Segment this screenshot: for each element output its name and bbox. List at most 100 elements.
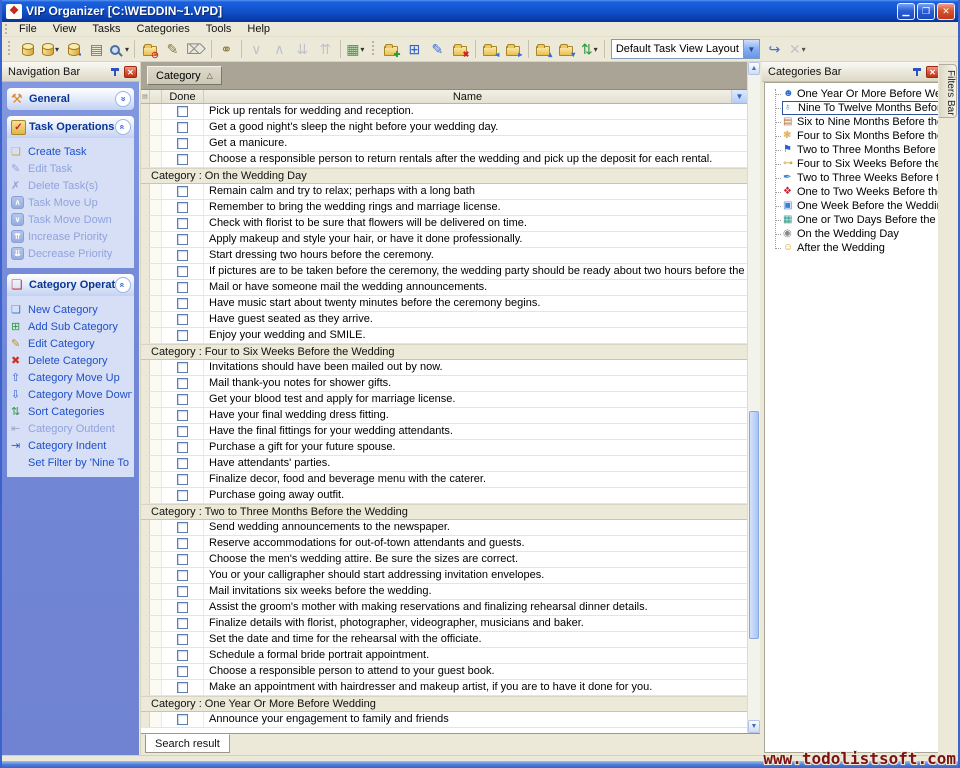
task-checkbox[interactable] xyxy=(177,266,188,277)
name-column-header[interactable]: Name xyxy=(204,90,732,103)
open-database-button[interactable]: ▾ xyxy=(39,38,62,60)
task-row[interactable]: Apply makeup and style your hair, or hav… xyxy=(141,232,747,248)
task-row[interactable]: Get your blood test and apply for marria… xyxy=(141,392,747,408)
nav-section-header-category-operations[interactable]: ❏Category Operati...« xyxy=(7,274,134,296)
task-checkbox[interactable] xyxy=(177,458,188,469)
task-row[interactable]: Reserve accommodations for out-of-town a… xyxy=(141,536,747,552)
nav-item-category-move-up[interactable]: ⇧Category Move Up xyxy=(11,369,132,386)
save-database-button[interactable]: ▪ xyxy=(62,38,85,60)
task-row[interactable]: If pictures are to be taken before the c… xyxy=(141,264,747,280)
task-row[interactable]: Have music start about twenty minutes be… xyxy=(141,296,747,312)
task-row[interactable]: Check with florist to be sure that flowe… xyxy=(141,216,747,232)
task-checkbox[interactable] xyxy=(177,522,188,533)
task-row[interactable]: Have guest seated as they arrive. xyxy=(141,312,747,328)
category-move-down-button[interactable]: ▾ xyxy=(555,38,578,60)
category-item[interactable]: ✒Two to Three Weeks Before the Weddin xyxy=(769,171,939,185)
nav-item-sort-categories[interactable]: ⇅Sort Categories xyxy=(11,403,132,420)
close-panel-icon[interactable]: ✕ xyxy=(124,66,137,78)
task-checkbox[interactable] xyxy=(177,234,188,245)
dropdown-arrow-icon[interactable]: ▾ xyxy=(594,45,598,54)
task-checkbox[interactable] xyxy=(177,298,188,309)
task-checkbox[interactable] xyxy=(177,682,188,693)
collapse-chevron-icon[interactable]: « xyxy=(115,277,131,293)
task-checkbox[interactable] xyxy=(177,634,188,645)
pin-icon[interactable] xyxy=(110,66,121,77)
task-row[interactable]: Make an appointment with hairdresser and… xyxy=(141,680,747,696)
nav-item-create-task[interactable]: ❏Create Task xyxy=(11,143,132,160)
filters-bar-tab[interactable]: Filters Bar xyxy=(939,64,957,118)
task-checkbox[interactable] xyxy=(177,618,188,629)
task-group-header[interactable]: Category : Four to Six Weeks Before the … xyxy=(141,344,747,360)
task-group-header[interactable]: Category : Two to Three Months Before th… xyxy=(141,504,747,520)
menu-file[interactable]: File xyxy=(11,22,45,37)
task-row[interactable]: Assist the groom's mother with making re… xyxy=(141,600,747,616)
scrollbar-track[interactable]: ▲ ▼ xyxy=(747,62,760,733)
task-row[interactable]: Finalize decor, food and beverage menu w… xyxy=(141,472,747,488)
task-checkbox[interactable] xyxy=(177,490,188,501)
nav-item-delete-category[interactable]: ✖Delete Category xyxy=(11,352,132,369)
task-row[interactable]: Get a good night's sleep the night befor… xyxy=(141,120,747,136)
edit-task-button[interactable]: ✎ xyxy=(161,38,184,60)
delete-task-button[interactable]: ⌦ xyxy=(184,38,208,60)
category-item[interactable]: ❃Four to Six Months Before the Wedding xyxy=(769,129,939,143)
task-checkbox[interactable] xyxy=(177,314,188,325)
nav-section-header-task-operations[interactable]: ✓Task Operations« xyxy=(7,116,134,138)
task-group-header[interactable]: Category : One Year Or More Before Weddi… xyxy=(141,696,747,712)
category-item[interactable]: ❖One to Two Weeks Before the Wedding xyxy=(769,185,939,199)
task-checkbox[interactable] xyxy=(177,570,188,581)
task-row[interactable]: Pick up rentals for wedding and receptio… xyxy=(141,104,747,120)
expand-chevron-icon[interactable]: « xyxy=(115,91,131,107)
dropdown-arrow-icon[interactable]: ▾ xyxy=(55,45,59,54)
task-view-layout-button[interactable]: ▦▾ xyxy=(344,38,367,60)
scrollbar-thumb[interactable] xyxy=(749,411,759,639)
task-checkbox[interactable] xyxy=(177,426,188,437)
nav-item-set-filter[interactable]: Set Filter by 'Nine To Twel... xyxy=(11,454,132,471)
category-item[interactable]: ☻One Year Or More Before Wedding xyxy=(769,87,939,101)
dropdown-arrow-icon[interactable]: ▾ xyxy=(360,45,364,54)
find-tasks-button[interactable]: ⚭ xyxy=(215,38,238,60)
task-checkbox[interactable] xyxy=(177,330,188,341)
print-button[interactable]: ▤ xyxy=(85,38,108,60)
collapse-chevron-icon[interactable]: « xyxy=(115,119,131,135)
nav-item-add-sub-category[interactable]: ⊞Add Sub Category xyxy=(11,318,132,335)
task-checkbox[interactable] xyxy=(177,202,188,213)
pin-icon[interactable] xyxy=(912,66,923,77)
task-checkbox[interactable] xyxy=(177,538,188,549)
category-indent-button[interactable]: ▸ xyxy=(502,38,525,60)
category-item[interactable]: ▦One or Two Days Before the Wedding xyxy=(769,213,939,227)
task-row[interactable]: Choose a responsible person to attend to… xyxy=(141,664,747,680)
task-checkbox[interactable] xyxy=(177,282,188,293)
menu-help[interactable]: Help xyxy=(239,22,278,37)
task-checkbox[interactable] xyxy=(177,106,188,117)
task-row[interactable]: Purchase going away outfit. xyxy=(141,488,747,504)
task-row[interactable]: Finalize details with florist, photograp… xyxy=(141,616,747,632)
layout-combobox[interactable]: Default Task View Layout▼ xyxy=(611,39,760,59)
nav-section-header-general[interactable]: ⚒General« xyxy=(7,88,134,110)
scroll-down-button[interactable]: ▼ xyxy=(748,720,760,733)
new-category-button[interactable]: ✚ xyxy=(380,38,403,60)
menu-tools[interactable]: Tools xyxy=(198,22,240,37)
task-checkbox[interactable] xyxy=(177,602,188,613)
task-checkbox[interactable] xyxy=(177,138,188,149)
category-item[interactable]: ⊶Four to Six Weeks Before the Wedding xyxy=(769,157,939,171)
category-item[interactable]: ▤Six to Nine Months Before the Wedding xyxy=(769,115,939,129)
task-row[interactable]: Start dressing two hours before the cere… xyxy=(141,248,747,264)
task-checkbox[interactable] xyxy=(177,554,188,565)
print-preview-button[interactable]: ▾ xyxy=(108,38,131,60)
task-checkbox[interactable] xyxy=(177,362,188,373)
dropdown-arrow-icon[interactable]: ▾ xyxy=(802,45,806,54)
task-checkbox[interactable] xyxy=(177,250,188,261)
scroll-up-button[interactable]: ▲ xyxy=(748,62,760,75)
category-move-up-button[interactable]: ▴ xyxy=(532,38,555,60)
task-checkbox[interactable] xyxy=(177,714,188,725)
nav-item-edit-category[interactable]: ✎Edit Category xyxy=(11,335,132,352)
task-row[interactable]: Have the final fittings for your wedding… xyxy=(141,424,747,440)
task-row[interactable]: Announce your engagement to family and f… xyxy=(141,712,747,728)
task-row[interactable]: Enjoy your wedding and SMILE. xyxy=(141,328,747,344)
edit-category-button[interactable]: ✎ xyxy=(426,38,449,60)
minimize-button[interactable]: ▁ xyxy=(897,3,915,20)
category-outdent-button[interactable]: ◂ xyxy=(479,38,502,60)
task-checkbox[interactable] xyxy=(177,186,188,197)
task-checkbox[interactable] xyxy=(177,586,188,597)
task-checkbox[interactable] xyxy=(177,442,188,453)
